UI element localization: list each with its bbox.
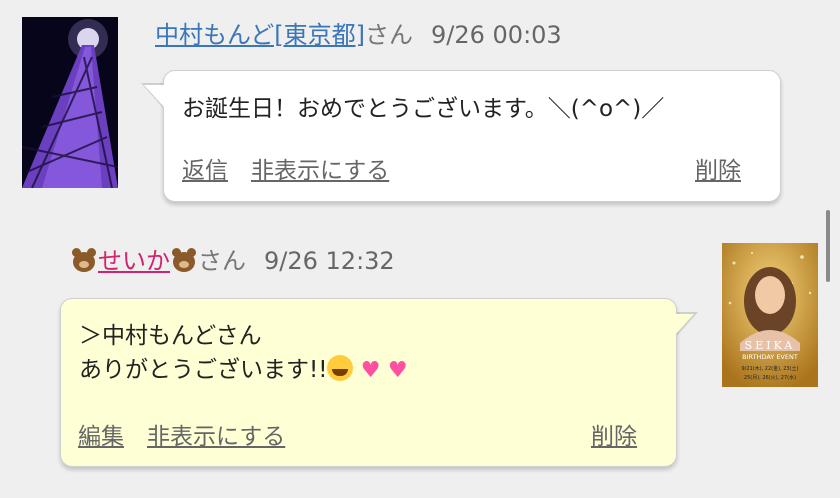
avatar-tokyo-skytree[interactable] bbox=[22, 17, 118, 188]
author-link[interactable]: 中村もんど[東京都] bbox=[155, 21, 365, 49]
bubble-tail bbox=[144, 85, 164, 107]
hide-link[interactable]: 非表示にする bbox=[147, 417, 285, 451]
poster-dates-1: 9/21(木), 22(金), 23(土) bbox=[741, 365, 798, 372]
comment-meta: せいか さん 9/26 12:32 bbox=[70, 246, 395, 276]
heart-emoji-icon: ♥ bbox=[360, 358, 381, 383]
reply-message: ＞中村もんどさん ありがとうございます!! ♥ ♥ bbox=[79, 319, 408, 388]
author-link[interactable]: せいか bbox=[98, 247, 170, 275]
poster-subtitle: BIRTHDAY EVENT bbox=[742, 353, 798, 361]
poster-dates-2: 25(月), 26(火), 27(水) bbox=[744, 374, 796, 381]
comment-meta: 中村もんど[東京都]さん 9/26 00:03 bbox=[155, 20, 562, 50]
poster-title: SEIKA bbox=[745, 339, 796, 352]
birthday-poster-image: SEIKA BIRTHDAY EVENT 9/21(木), 22(金), 23(… bbox=[722, 243, 818, 387]
comment-message: お誕生日！おめでとうございます。＼(^o^)／ bbox=[182, 96, 665, 122]
heart-emoji-icon: ♥ bbox=[387, 358, 408, 383]
reply-link[interactable]: 返信 bbox=[182, 151, 228, 185]
scrollbar[interactable] bbox=[826, 210, 830, 282]
timestamp: 9/26 00:03 bbox=[431, 21, 562, 49]
delete-link[interactable]: 削除 bbox=[591, 417, 637, 451]
honorific: さん bbox=[198, 247, 246, 275]
comment-bubble: お誕生日！おめでとうございます。＼(^o^)／ 返信 非表示にする 削除 bbox=[163, 70, 781, 202]
bubble-tail bbox=[674, 314, 694, 336]
reply-message-text: ありがとうございます!! bbox=[79, 357, 328, 383]
honorific: さん bbox=[365, 21, 414, 49]
delete-link[interactable]: 削除 bbox=[695, 151, 741, 185]
reply-message-line-2: ありがとうございます!! ♥ ♥ bbox=[79, 353, 408, 388]
star-struck-emoji-icon bbox=[327, 355, 354, 381]
reply-bubble: ＞中村もんどさん ありがとうございます!! ♥ ♥ 編集 非表示にする 削除 bbox=[60, 298, 677, 467]
bear-emoji-icon bbox=[170, 248, 198, 272]
avatar-birthday-poster[interactable]: SEIKA BIRTHDAY EVENT 9/21(木), 22(金), 23(… bbox=[722, 243, 818, 387]
timestamp: 9/26 12:32 bbox=[264, 247, 395, 275]
hide-link[interactable]: 非表示にする bbox=[251, 151, 389, 185]
reply-message-line-1: ＞中村もんどさん bbox=[79, 323, 262, 349]
skytree-image bbox=[22, 17, 118, 188]
bear-emoji-icon bbox=[70, 248, 98, 272]
edit-link[interactable]: 編集 bbox=[78, 417, 124, 451]
